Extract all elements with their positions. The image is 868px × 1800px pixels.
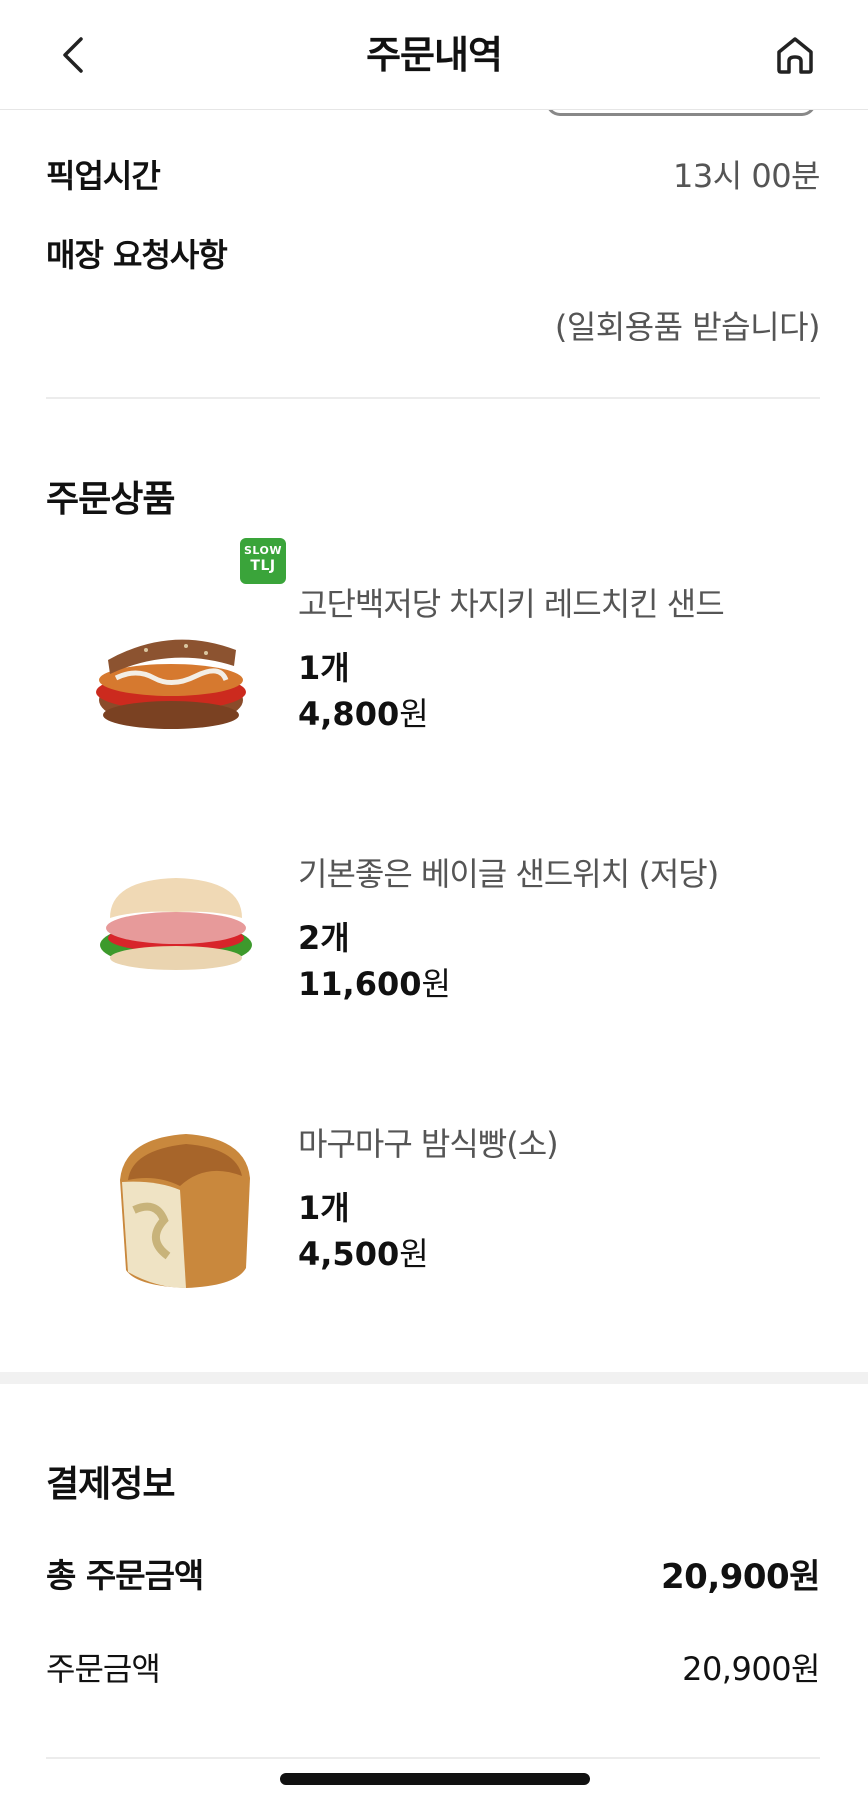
- currency-unit: 원: [399, 695, 429, 733]
- item-quantity: 2개: [298, 919, 350, 957]
- order-items-title: 주문상품: [46, 479, 175, 520]
- item-price: 4,800원: [298, 690, 820, 738]
- home-button[interactable]: [770, 30, 820, 80]
- item-price: 4,500원: [298, 1230, 820, 1278]
- item-name: 고단백저당 차지키 레드치킨 샌드: [298, 585, 725, 623]
- pickup-time-label: 픽업시간: [46, 157, 161, 195]
- order-amount-row: 주문금액 20,900원: [46, 1642, 820, 1692]
- chicken-sandwich-image: SLOW TLJ: [76, 538, 286, 790]
- top-bar: 주문내역: [0, 0, 868, 110]
- item-info: 기본좋은 베이글 샌드위치 (저당) 2개 11,600원: [298, 850, 820, 1008]
- item-price-value: 4,500: [298, 1235, 400, 1273]
- order-item[interactable]: 마구마구 밤식빵(소) 1개 4,500원: [46, 1120, 820, 1340]
- page-title: 주문내역: [366, 33, 503, 77]
- store-request-label: 매장 요청사항: [46, 236, 228, 274]
- item-quantity: 1개: [298, 1189, 350, 1227]
- order-amount-label: 주문금액: [46, 1650, 161, 1688]
- store-request-value: (일회용품 받습니다): [554, 308, 821, 346]
- order-history-page: 주문내역 픽업시간 13시 00분 매장 요청사항 (일회용품 받습니다) 주문…: [0, 0, 868, 1800]
- section-divider: [0, 1372, 868, 1384]
- home-indicator: [280, 1773, 590, 1785]
- chestnut-bread-image: [76, 1120, 266, 1330]
- order-item[interactable]: 기본좋은 베이글 샌드위치 (저당) 2개 11,600원: [46, 850, 820, 1070]
- divider: [46, 397, 820, 399]
- total-amount-value: 20,900원: [661, 1556, 820, 1597]
- item-price-value: 4,800: [298, 695, 400, 733]
- slow-tlj-badge: SLOW TLJ: [240, 538, 286, 584]
- order-item[interactable]: SLOW TLJ 고단백저당 차지키 레드치킨 샌드 1개 4,800원: [46, 538, 820, 800]
- item-price: 11,600원: [298, 960, 820, 1008]
- item-name: 기본좋은 베이글 샌드위치 (저당): [298, 855, 719, 893]
- item-info: 고단백저당 차지키 레드치킨 샌드 1개 4,800원: [298, 580, 820, 738]
- currency-unit: 원: [421, 965, 451, 1003]
- currency-unit: 원: [399, 1235, 429, 1273]
- pickup-time-value: 13시 00분: [673, 157, 821, 195]
- total-amount-label: 총 주문금액: [46, 1556, 204, 1595]
- item-quantity: 1개: [298, 649, 350, 687]
- item-price-value: 11,600: [298, 965, 422, 1003]
- item-name: 마구마구 밤식빵(소): [298, 1125, 559, 1163]
- home-icon: [777, 37, 813, 74]
- store-request-row: 매장 요청사항 (일회용품 받습니다): [46, 230, 821, 348]
- bagel-sandwich-image: [76, 850, 266, 1060]
- divider: [46, 1757, 820, 1759]
- pickup-time-row: 픽업시간 13시 00분: [46, 150, 821, 198]
- total-amount-row: 총 주문금액 20,900원: [46, 1548, 820, 1598]
- order-amount-value: 20,900원: [682, 1650, 820, 1688]
- item-info: 마구마구 밤식빵(소) 1개 4,500원: [298, 1120, 820, 1278]
- payment-info-title: 결제정보: [46, 1464, 175, 1505]
